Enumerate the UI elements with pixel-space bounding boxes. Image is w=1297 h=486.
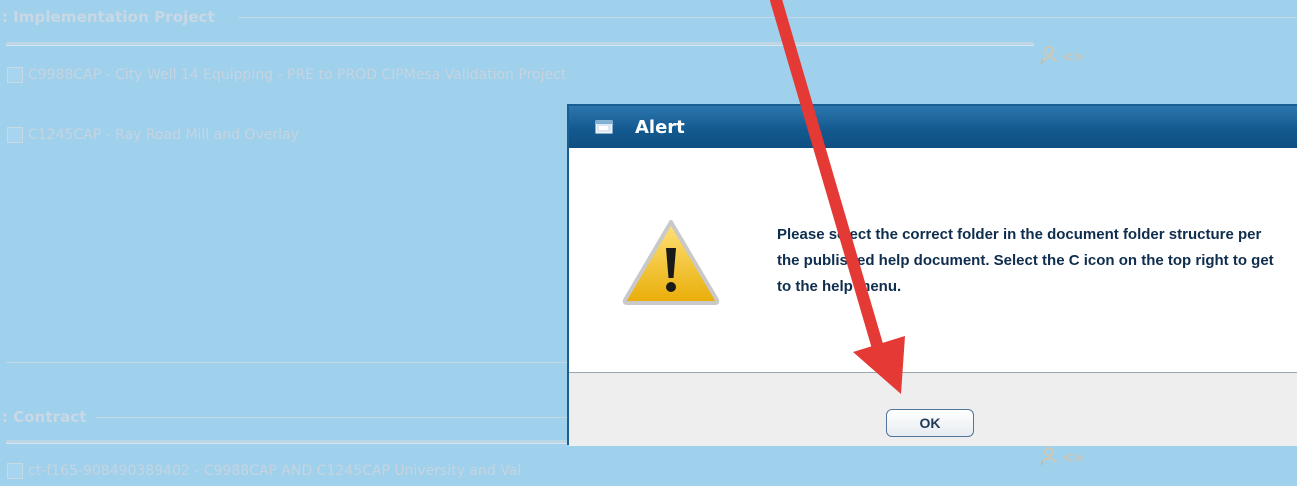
section-header-contract: : Contract bbox=[0, 405, 87, 429]
list-item[interactable]: ct-f165-908490389402 - C9988CAP AND C124… bbox=[7, 456, 521, 486]
list-item[interactable]: C1245CAP - Ray Road Mill and Overlay bbox=[7, 120, 299, 150]
item-checkbox[interactable] bbox=[7, 67, 23, 83]
section-underbar bbox=[6, 440, 567, 444]
ok-button[interactable]: OK bbox=[886, 409, 974, 437]
dialog-titlebar[interactable]: Alert bbox=[569, 106, 1297, 149]
window-icon bbox=[595, 120, 613, 134]
section-title: Contract bbox=[13, 408, 87, 426]
section-toolbar: <> bbox=[1040, 45, 1084, 69]
section-prefix: : bbox=[2, 408, 9, 426]
warning-triangle-icon bbox=[621, 218, 721, 310]
link-icon[interactable]: <> bbox=[1062, 451, 1084, 466]
section-prefix: : bbox=[2, 8, 9, 26]
section-rule bbox=[96, 417, 567, 418]
user-link-icon[interactable] bbox=[1040, 45, 1058, 69]
item-label: ct-f165-908490389402 - C9988CAP AND C124… bbox=[28, 463, 522, 479]
list-item[interactable]: C9988CAP - City Well 14 Equipping - PRE … bbox=[7, 60, 588, 90]
dialog-title: Alert bbox=[635, 116, 685, 138]
section-header-implementation-project: : Implementation Project bbox=[0, 5, 215, 29]
alert-message: Please select the correct folder in the … bbox=[777, 226, 1274, 295]
item-checkbox[interactable] bbox=[7, 127, 23, 143]
dialog-body: Please select the correct folder in the … bbox=[569, 148, 1297, 372]
item-label: C1245CAP - Ray Road Mill and Overlay bbox=[28, 127, 299, 143]
section-toolbar: <> bbox=[1040, 446, 1084, 470]
section-title: Implementation Project bbox=[13, 8, 215, 26]
section-divider bbox=[6, 362, 567, 363]
section-underbar bbox=[6, 42, 1034, 46]
user-link-icon[interactable] bbox=[1040, 446, 1058, 470]
item-label: C9988CAP - City Well 14 Equipping - PRE … bbox=[28, 67, 567, 83]
dialog-footer: OK bbox=[569, 372, 1297, 446]
alert-dialog: Alert Please select the correct folder i… bbox=[567, 104, 1297, 446]
item-checkbox[interactable] bbox=[7, 463, 23, 479]
section-rule bbox=[238, 17, 1297, 18]
link-icon[interactable]: <> bbox=[1062, 50, 1084, 65]
